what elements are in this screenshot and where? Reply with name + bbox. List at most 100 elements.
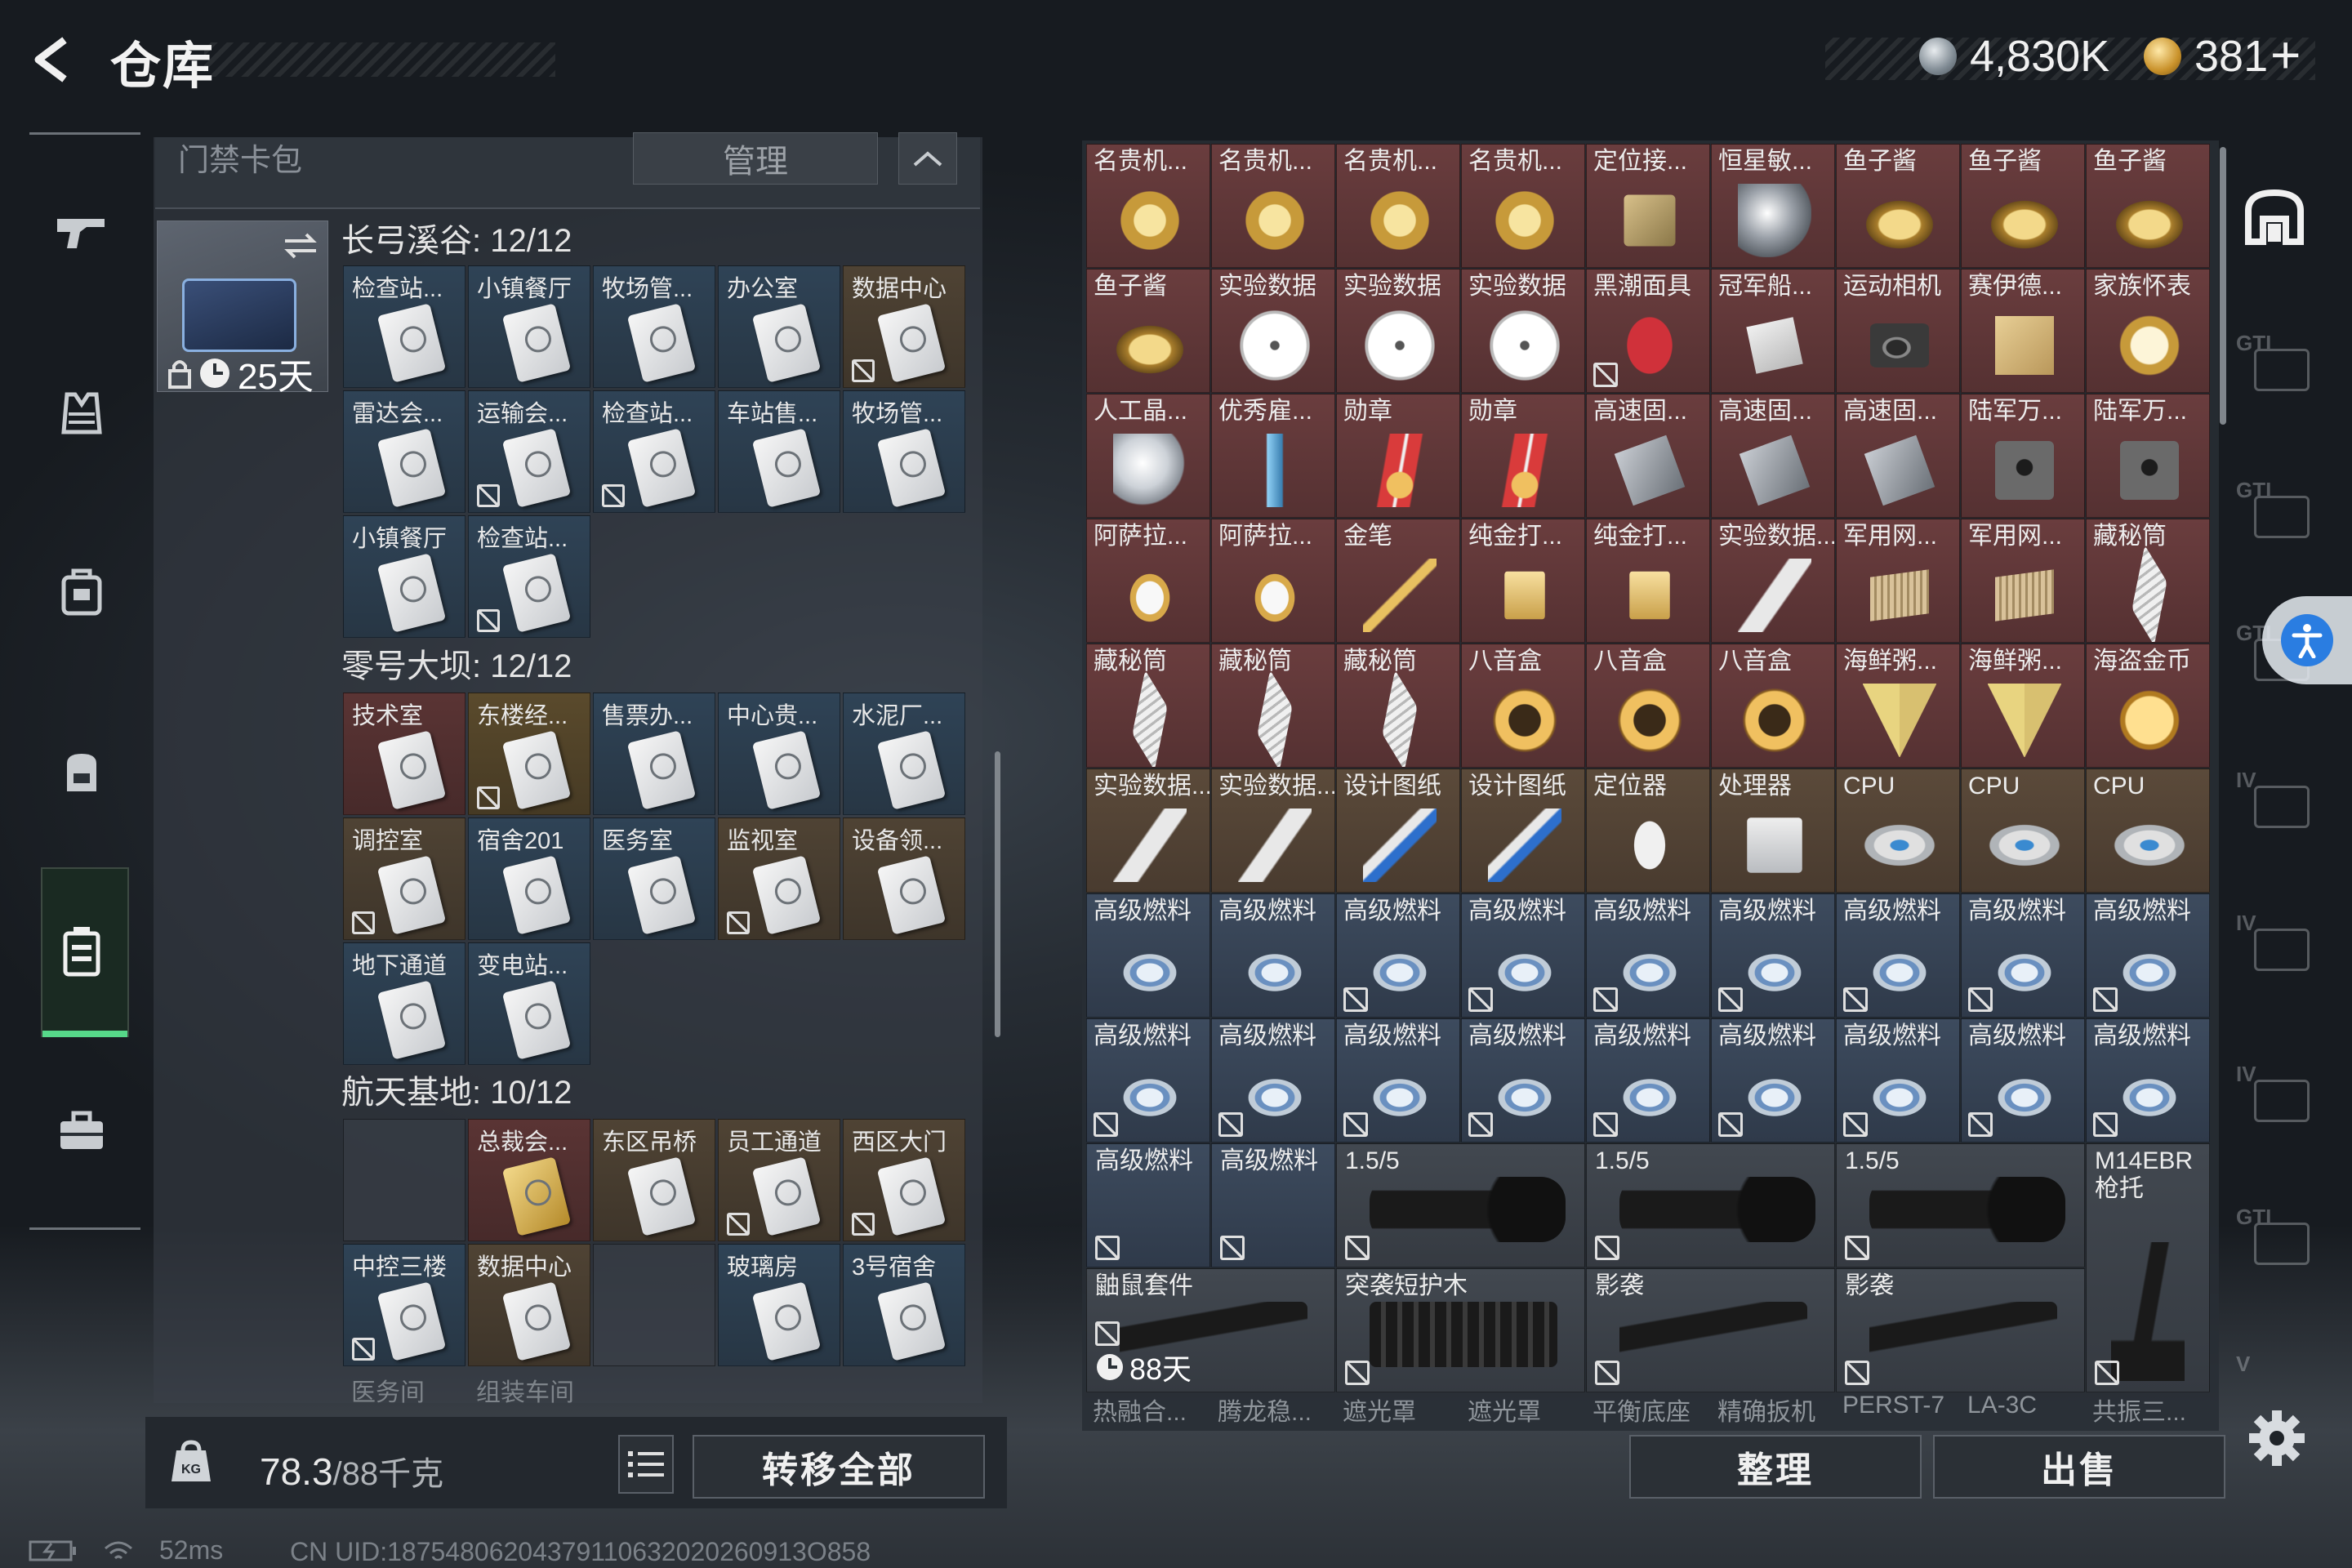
inventory-slot[interactable]: 高级燃料 [1336,1018,1460,1143]
keycard-slot[interactable]: 车站售... [718,390,840,513]
keycard-slot[interactable]: 售票办... [593,693,715,815]
inventory-slot[interactable]: 藏秘筒 [1211,644,1335,768]
inventory-slot[interactable]: 影袭 [1586,1268,1835,1392]
equipment-tab[interactable]: IV [2236,768,2318,841]
inventory-slot[interactable]: CPU [1836,768,1960,893]
keycard-slot[interactable]: 牧场管... [593,265,715,388]
keycard-slot[interactable]: 玻璃房 [718,1244,840,1366]
keycard-slot[interactable]: 运输会... [468,390,590,513]
inventory-slot[interactable]: 高级燃料 [1586,1018,1710,1143]
settings-gear-icon[interactable] [2247,1409,2306,1468]
collapse-button[interactable] [898,132,957,185]
inventory-slot[interactable]: 高级燃料 [1461,893,1585,1018]
inventory-slot[interactable]: 鱼子酱 [1836,144,1960,268]
keycard-slot[interactable]: 中心贵... [718,693,840,815]
inventory-slot[interactable]: 八音盒 [1461,644,1585,768]
keycard-slot[interactable]: 员工通道 [718,1119,840,1241]
inventory-slot[interactable]: 影袭 [1836,1268,2085,1392]
inventory-slot[interactable]: 高速固... [1836,394,1960,518]
keycard-slot[interactable]: 西区大门 [843,1119,965,1241]
inventory-slot[interactable]: 军用网... [1961,519,2085,643]
sell-button[interactable]: 出售 [1933,1435,2225,1499]
transfer-all-button[interactable]: 转移全部 [693,1435,985,1499]
inventory-slot[interactable]: 突袭短护木 [1336,1268,1585,1392]
add-currency-button[interactable]: + [2270,24,2301,85]
sidebar-item-key-card[interactable] [49,919,114,984]
keycard-slot[interactable]: 地下通道 [343,942,466,1065]
inventory-slot[interactable]: 运动相机 [1836,269,1960,393]
inventory-slot[interactable]: 高级燃料 [1961,1018,2085,1143]
inventory-slot[interactable]: 实验数据... [1211,768,1335,893]
inventory-slot[interactable]: 高级燃料 [1211,1018,1335,1143]
inventory-slot[interactable]: 鱼子酱 [2086,144,2210,268]
keycard-slot[interactable]: 宿舍201 [468,817,590,940]
inventory-slot[interactable]: 八音盒 [1711,644,1835,768]
inventory-slot[interactable]: CPU [1961,768,2085,893]
inventory-slot[interactable]: 海盗金币 [2086,644,2210,768]
sidebar-item-backpack[interactable] [49,559,114,625]
keycard-slot[interactable]: 数据中心 [843,265,965,388]
inventory-slot[interactable]: 高速固... [1711,394,1835,518]
keycard-slot[interactable] [343,1119,466,1241]
inventory-slot[interactable]: 名贵机... [1336,144,1460,268]
keycard-slot[interactable]: 调控室 [343,817,466,940]
sort-button[interactable]: 整理 [1629,1435,1922,1499]
sidebar-item-bag[interactable] [49,739,114,804]
right-scrollbar[interactable] [2220,147,2226,425]
inventory-slot[interactable]: 恒星敏... [1711,144,1835,268]
inventory-slot[interactable]: 军用网... [1836,519,1960,643]
inventory-slot[interactable]: 勋章 [1461,394,1585,518]
keycard-slot[interactable]: 变电站... [468,942,590,1065]
inventory-slot[interactable]: 实验数据... [1711,519,1835,643]
inventory-slot[interactable]: 定位器 [1586,768,1710,893]
inventory-slot[interactable]: 实验数据 [1461,269,1585,393]
keycard-slot[interactable]: 办公室 [718,265,840,388]
equipment-tab[interactable]: GTI [2236,331,2318,404]
keycard-slot[interactable]: 设备领... [843,817,965,940]
inventory-slot[interactable]: 名贵机... [1461,144,1585,268]
equipment-tab[interactable]: GTI [2236,478,2318,551]
inventory-slot[interactable]: 实验数据 [1211,269,1335,393]
inventory-slot[interactable]: 勋章 [1336,394,1460,518]
inventory-slot[interactable]: 陆军万... [1961,394,2085,518]
inventory-slot[interactable]: 赛伊德... [1961,269,2085,393]
inventory-slot[interactable]: 高级燃料 [1086,893,1210,1018]
keycard-slot[interactable]: 中控三楼 [343,1244,466,1366]
keycard-slot[interactable]: 医务室 [593,817,715,940]
keycard-slot[interactable]: 牧场管... [843,390,965,513]
inventory-slot[interactable]: 藏秘筒 [1086,644,1210,768]
inventory-slot[interactable]: 陆军万... [2086,394,2210,518]
keycard-slot[interactable]: 检查站... [593,390,715,513]
inventory-slot[interactable]: 实验数据 [1336,269,1460,393]
inventory-slot[interactable]: 高级燃料 [1711,893,1835,1018]
inventory-slot[interactable]: 定位接... [1586,144,1710,268]
inventory-slot[interactable]: 鱼子酱 [1961,144,2085,268]
equipment-tab[interactable]: V [2236,1352,2318,1376]
sidebar-item-armor[interactable] [49,380,114,445]
inventory-slot[interactable]: 纯金打... [1586,519,1710,643]
inventory-slot[interactable]: 高级燃料 [1836,893,1960,1018]
equipment-tab[interactable]: IV [2236,911,2318,984]
inventory-slot[interactable]: 1.5/5 [1336,1143,1585,1267]
inventory-slot[interactable]: 高级燃料 [1211,1143,1335,1267]
inventory-slot[interactable]: 冠军船... [1711,269,1835,393]
inventory-slot[interactable]: CPU [2086,768,2210,893]
inventory-slot[interactable]: 高级燃料 [1211,893,1335,1018]
inventory-slot[interactable]: 高级燃料 [1086,1143,1210,1267]
inventory-slot[interactable]: 藏秘筒 [2086,519,2210,643]
inventory-slot[interactable]: 高级燃料 [1461,1018,1585,1143]
keycard-slot[interactable]: 东楼经... [468,693,590,815]
inventory-slot[interactable]: 海鲜粥... [1961,644,2085,768]
equipment-tab[interactable]: IV [2236,1062,2318,1135]
inventory-slot[interactable]: 金笔 [1336,519,1460,643]
safehouse-button[interactable] [2242,184,2307,249]
keycard-slot[interactable]: 检查站... [468,515,590,638]
inventory-slot[interactable]: 实验数据... [1086,768,1210,893]
keycard-slot[interactable]: 数据中心 [468,1244,590,1366]
inventory-slot[interactable]: 名贵机... [1086,144,1210,268]
inventory-slot[interactable]: 处理器 [1711,768,1835,893]
inventory-slot[interactable]: 设计图纸 [1461,768,1585,893]
sidebar-item-weapon[interactable] [49,200,114,265]
accessibility-button[interactable] [2262,596,2352,684]
keycard-slot[interactable]: 水泥厂... [843,693,965,815]
